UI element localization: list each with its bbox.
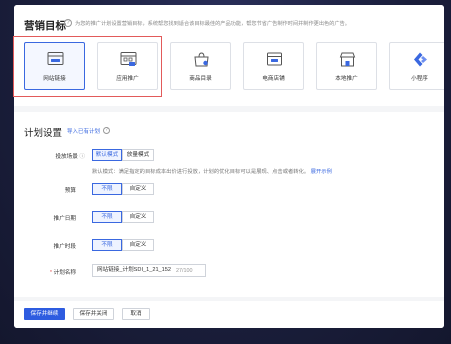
name-char-counter: 27/100 xyxy=(176,268,193,274)
scene-volume-option[interactable]: 放量模式 xyxy=(122,149,154,161)
goal-card-local-promotion[interactable]: 本地推广 xyxy=(316,42,377,90)
goal-card-ecommerce-store[interactable]: 电商店铺 xyxy=(243,42,304,90)
budget-custom-option[interactable]: 自定义 xyxy=(122,183,154,195)
action-bar: 保存并继续 保存并关闭 取消 xyxy=(14,301,444,328)
date-label: 推广日期 xyxy=(53,216,76,222)
import-plan-link[interactable]: 导入已有计划 xyxy=(67,127,100,135)
name-label: * 计划名称 xyxy=(49,270,76,276)
save-close-button[interactable]: 保存并关闭 xyxy=(73,308,114,320)
goal-card-label: 小程序 xyxy=(411,76,428,82)
scene-default-option[interactable]: 默认模式 xyxy=(92,149,122,161)
marketing-goal-title: 营销目标 xyxy=(24,20,66,32)
time-label: 推广时段 xyxy=(53,244,76,250)
save-continue-button[interactable]: 保存并继续 xyxy=(24,308,65,320)
goal-card-mini-program[interactable]: 小程序 xyxy=(389,42,444,90)
time-custom-option[interactable]: 自定义 xyxy=(122,239,154,251)
expand-example-link[interactable]: 展开示例 xyxy=(311,169,332,175)
cancel-button[interactable]: 取消 xyxy=(122,308,150,320)
goal-card-product-catalog[interactable]: 商品目录 xyxy=(170,42,231,90)
plan-settings-section: 计划设置 导入已有计划 ? 投放场景 ⓘ 默认模式 放量模式 默认模式：满足指定… xyxy=(14,112,444,297)
product-catalog-icon xyxy=(194,52,209,67)
scene-hint: 默认模式：满足指定的目标成本出价进行投放，计划的优化目标可以是展现、点击或者转化… xyxy=(92,169,332,175)
goal-card-label: 电商店铺 xyxy=(262,76,285,82)
mini-program-icon xyxy=(414,52,427,67)
help-icon[interactable]: ? xyxy=(64,19,72,27)
marketing-goal-description: 为您的推广计划设置营销目标，系统帮您找到适合该目标最佳的产品功能，帮您节省广告制… xyxy=(75,21,350,27)
budget-label: 预算 xyxy=(64,188,76,194)
scene-label: 投放场景 ⓘ xyxy=(55,154,85,160)
date-custom-option[interactable]: 自定义 xyxy=(122,211,154,223)
time-unlimited-option[interactable]: 不限 xyxy=(92,239,122,251)
plan-settings-title: 计划设置 xyxy=(24,128,63,139)
goal-card-label: 本地推广 xyxy=(335,76,358,82)
help-icon[interactable]: ? xyxy=(103,127,110,134)
ecommerce-store-icon xyxy=(267,52,282,66)
local-promotion-icon xyxy=(339,52,356,67)
goal-card-label: 商品目录 xyxy=(189,76,212,82)
highlight-box xyxy=(13,36,162,97)
budget-unlimited-option[interactable]: 不限 xyxy=(92,183,122,195)
date-unlimited-option[interactable]: 不限 xyxy=(92,211,122,223)
